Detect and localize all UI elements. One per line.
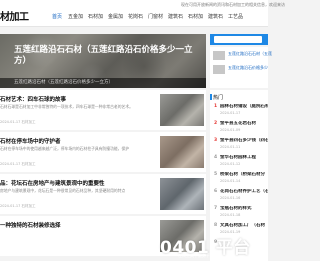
article-title[interactable]: 一种独特的石材装修选择 bbox=[0, 221, 61, 229]
article-summary: 房地产与建筑景观中，花坛石是一种很常见的石材品种，其坚硬耐用的特点 bbox=[0, 188, 126, 193]
hot-item-title[interactable]: 花岗石石材养护工艺（石 bbox=[220, 189, 268, 195]
site-logo[interactable]: 材加工 bbox=[0, 9, 48, 26]
article-meta: 2024-01-17 石材加工 bbox=[0, 204, 36, 208]
hot-item-date: 2024-01-16 bbox=[220, 196, 241, 200]
rank-number: 1 bbox=[214, 104, 218, 109]
nav-item[interactable]: 花岗石 bbox=[128, 9, 143, 26]
article-thumbnail[interactable] bbox=[160, 178, 204, 210]
hero-banner[interactable]: 五莲红路沿石石材（五莲红路沿石价格多少一立方） 五莲红路沿石材（五莲红路沿石价格… bbox=[0, 34, 206, 88]
article-summary: 石材石球是石材加工中非常独特的一项技术，四车石球是一种非常古老的艺术。 bbox=[0, 104, 133, 109]
sidebar-search-box bbox=[210, 34, 268, 45]
feature-thumb[interactable] bbox=[213, 65, 225, 74]
feature-link[interactable]: 五莲红路沿石价格多少 bbox=[228, 65, 268, 71]
article-meta: 2024-01-17 石材加工 bbox=[0, 162, 36, 166]
rank-number: 7 bbox=[214, 206, 218, 211]
nav-item[interactable]: 首页 bbox=[52, 9, 62, 26]
article-item[interactable]: 品：花坛石在房地产与建筑景观中的重要性 房地产与建筑景观中，花坛石是一种很常见的… bbox=[0, 174, 206, 214]
nav-item[interactable]: 石材加 bbox=[188, 9, 203, 26]
hero-title[interactable]: 五莲红路沿石石材（五莲红路沿石价格多少一立方） bbox=[14, 45, 200, 67]
sidebar-feature-card: 五莲红路沿石石材（五莲 五莲红路沿石价格多少 bbox=[210, 47, 272, 88]
rank-number: 6 bbox=[214, 189, 218, 194]
hot-item-date: 2024-01-14 bbox=[220, 179, 241, 183]
article-title[interactable]: 品：花坛石在房地产与建筑景观中的重要性 bbox=[0, 179, 105, 187]
hot-list-item[interactable]: 6 花岗石石材养护工艺（石 2024-01-16 bbox=[214, 189, 268, 205]
hot-item-title[interactable]: 桥梁石材（桥梁石材分 bbox=[220, 172, 268, 178]
nav-item[interactable]: 门窗材 bbox=[148, 9, 163, 26]
hot-item-title[interactable]: 金平县四石多少钱（四石 bbox=[220, 138, 268, 144]
nav-item[interactable]: 石材加 bbox=[88, 9, 103, 26]
hot-item-date: 2024-01-09 bbox=[220, 128, 241, 132]
nav-item[interactable]: 工艺品 bbox=[228, 9, 243, 26]
hot-item-title[interactable]: 文具石材加工厂（石材 bbox=[220, 223, 268, 229]
rank-number: 3 bbox=[214, 138, 218, 143]
watermark-subtitle: 在线工具 | 服务平台 bbox=[178, 253, 214, 258]
article-item[interactable]: 石材艺术：四车石球的故事 石材石球是石材加工中非常独特的一项技术，四车石球是一种… bbox=[0, 90, 206, 130]
search-input[interactable] bbox=[214, 36, 262, 43]
hot-item-title[interactable]: 宝瓶石材的样式 bbox=[220, 206, 268, 212]
rank-number: 8 bbox=[214, 223, 218, 228]
rank-number: 2 bbox=[214, 121, 218, 126]
hot-list-item[interactable]: 5 桥梁石材（桥梁石材分 2024-01-14 bbox=[214, 172, 268, 188]
nav-item[interactable]: 建筑石 bbox=[208, 9, 223, 26]
hot-item-date: 2024-01-11 bbox=[220, 145, 241, 149]
nav-item[interactable]: 建筑石 bbox=[168, 9, 183, 26]
rank-number: 4 bbox=[214, 155, 218, 160]
hot-list-item[interactable]: 3 金平县四石多少钱（四石 2024-01-11 bbox=[214, 138, 268, 154]
top-info-bar: 现在可用开放新闻的资讯和石材加工的相关信息，欢迎来访 bbox=[0, 0, 285, 9]
rank-number: 5 bbox=[214, 172, 218, 177]
hot-item-date: 2024-01-18 bbox=[220, 213, 241, 217]
hot-item-date: 2024-01-12 bbox=[220, 162, 241, 166]
hot-list-item[interactable]: 7 宝瓶石材的样式 2024-01-18 bbox=[214, 206, 268, 222]
feature-link[interactable]: 五莲红路沿石石材（五莲 bbox=[228, 51, 272, 57]
hero-caption: 五莲红路沿石材（五莲红路沿石价格多少一立方） bbox=[0, 78, 206, 88]
hot-item-title[interactable]: 园林石材铺设（庭院石材 bbox=[220, 104, 268, 110]
nav-item[interactable]: 五金加 bbox=[68, 9, 83, 26]
hot-item-date: 2024-01-17 bbox=[220, 111, 241, 115]
hot-list-item[interactable]: 2 金平县五花岩石材 2024-01-09 bbox=[214, 121, 268, 137]
hot-list-heading: 热门 bbox=[209, 94, 224, 101]
article-summary: 石材在停车场中的使用越来越广泛，停车场内的石材柱子具有防撞功能，保护 bbox=[0, 146, 130, 151]
article-meta: 2024-01-17 石材加工 bbox=[0, 120, 36, 124]
hot-item-title[interactable]: 金平县五花岩石材 bbox=[220, 121, 268, 127]
hot-item-title[interactable]: 金华石材园林工程 bbox=[220, 155, 268, 161]
hot-list-item[interactable]: 4 金华石材园林工程 2024-01-12 bbox=[214, 155, 268, 171]
sub-bar bbox=[0, 27, 268, 33]
top-info-text: 现在可用开放新闻的资讯和石材加工的相关信息，欢迎来访 bbox=[181, 2, 285, 7]
article-item[interactable]: 石材在停车场中的守护者 石材在停车场中的使用越来越广泛，停车场内的石材柱子具有防… bbox=[0, 132, 206, 172]
article-thumbnail[interactable] bbox=[160, 136, 204, 168]
article-title[interactable]: 石材艺术：四车石球的故事 bbox=[0, 95, 66, 103]
hot-list-item[interactable]: 1 园林石材铺设（庭院石材 2024-01-17 bbox=[214, 104, 268, 120]
article-title[interactable]: 石材在停车场中的守护者 bbox=[0, 137, 61, 145]
nav-item[interactable]: 金属加 bbox=[108, 9, 123, 26]
site-header: 材加工 首页 五金加 石材加 金属加 花岗石 门窗材 建筑石 石材加 建筑石 工… bbox=[0, 9, 268, 27]
article-thumbnail[interactable] bbox=[160, 94, 204, 126]
feature-thumb[interactable] bbox=[213, 51, 225, 60]
